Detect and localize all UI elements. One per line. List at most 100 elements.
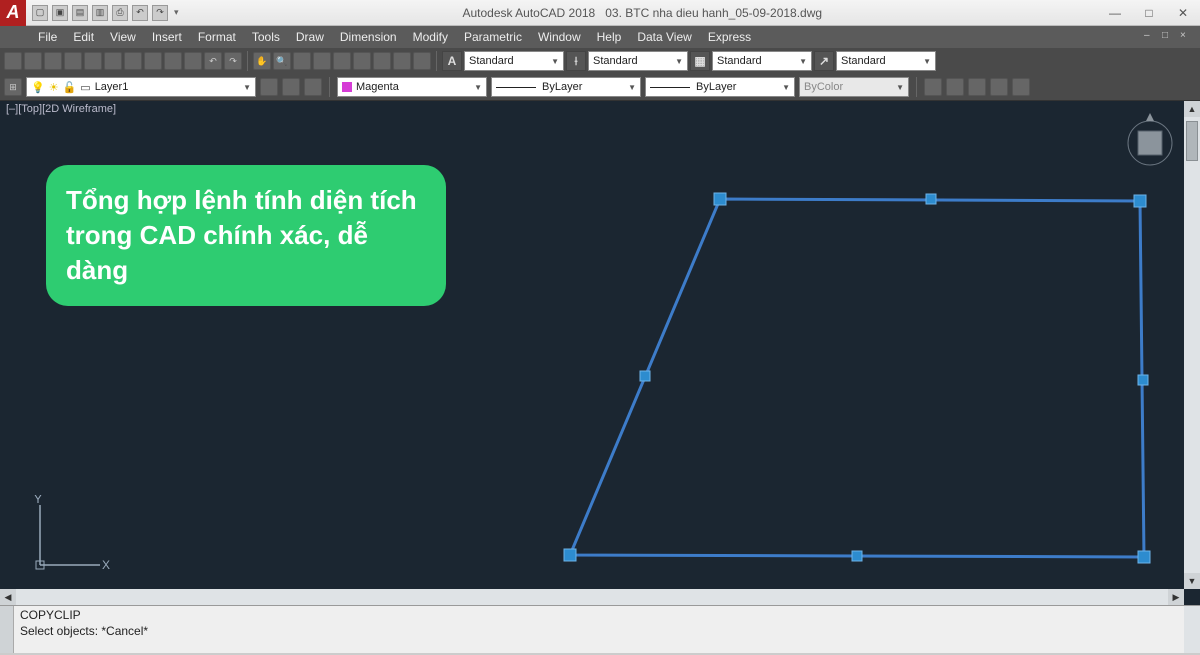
app-logo[interactable]: A xyxy=(0,0,26,26)
tool-region-icon[interactable] xyxy=(333,52,351,70)
menu-draw[interactable]: Draw xyxy=(288,26,332,48)
horizontal-scrollbar[interactable]: ◀ ▶ xyxy=(0,589,1184,605)
dim-style-icon[interactable]: ⟊ xyxy=(566,51,586,71)
viewcube[interactable] xyxy=(1124,111,1176,171)
tool-cut-icon[interactable] xyxy=(104,52,122,70)
scroll-left-icon[interactable]: ◀ xyxy=(0,589,16,605)
menu-view[interactable]: View xyxy=(102,26,144,48)
menu-dataview[interactable]: Data View xyxy=(629,26,699,48)
command-body[interactable]: COPYCLIP Select objects: *Cancel* xyxy=(14,606,1184,653)
plotstyle-dropdown[interactable]: ByColor ▼ xyxy=(799,77,909,97)
scroll-thumb[interactable] xyxy=(1186,121,1198,161)
minimize-button[interactable]: — xyxy=(1098,2,1132,24)
layer-bulb-icon: 💡 xyxy=(31,81,45,94)
tool-id-icon[interactable] xyxy=(393,52,411,70)
color-value: Magenta xyxy=(356,81,399,93)
tool-redo-icon[interactable]: ↷ xyxy=(224,52,242,70)
tool-area-icon[interactable] xyxy=(313,52,331,70)
mleaderstyle-dropdown[interactable]: Standard▼ xyxy=(836,51,936,71)
layer-prev-icon[interactable] xyxy=(282,78,300,96)
vertical-scrollbar[interactable]: ▲ ▼ xyxy=(1184,101,1200,589)
layer-dropdown[interactable]: 💡 ☀ 🔓 ▭ Layer1 ▼ xyxy=(26,77,256,97)
tool-zoom-icon[interactable]: 🔍 xyxy=(273,52,291,70)
tablestyle-dropdown[interactable]: Standard▼ xyxy=(712,51,812,71)
scroll-right-icon[interactable]: ▶ xyxy=(1168,589,1184,605)
tool-copy-icon[interactable] xyxy=(124,52,142,70)
qat-open-icon[interactable]: ▣ xyxy=(52,5,68,21)
doc-min-icon[interactable]: – xyxy=(1144,30,1158,44)
textstyle-dropdown-1[interactable]: Standard▼ xyxy=(464,51,564,71)
doc-close-icon[interactable]: × xyxy=(1180,30,1194,44)
tool-open-icon[interactable] xyxy=(24,52,42,70)
tool-pan-icon[interactable]: ✋ xyxy=(253,52,271,70)
doc-window-controls: – □ × xyxy=(1144,30,1200,44)
attr-block-icon[interactable] xyxy=(990,78,1008,96)
layer-iso-icon[interactable] xyxy=(304,78,322,96)
scroll-down-icon[interactable]: ▼ xyxy=(1184,573,1200,589)
color-dropdown[interactable]: Magenta ▼ xyxy=(337,77,487,97)
lineweight-dropdown[interactable]: ByLayer ▼ xyxy=(645,77,795,97)
chevron-down-icon: ▼ xyxy=(545,57,559,66)
close-button[interactable]: ✕ xyxy=(1166,2,1200,24)
tool-plot-icon[interactable] xyxy=(84,52,102,70)
command-handle[interactable] xyxy=(0,606,14,653)
tool-block-icon[interactable] xyxy=(184,52,202,70)
sync-block-icon[interactable] xyxy=(1012,78,1030,96)
menu-window[interactable]: Window xyxy=(530,26,589,48)
menu-edit[interactable]: Edit xyxy=(65,26,102,48)
layer-match-icon[interactable] xyxy=(260,78,278,96)
tool-print-icon[interactable] xyxy=(64,52,82,70)
menu-file[interactable]: File xyxy=(30,26,65,48)
tablestyle-value: Standard xyxy=(717,55,762,67)
selected-polyline[interactable] xyxy=(540,179,1180,579)
menu-modify[interactable]: Modify xyxy=(405,26,456,48)
overlay-line-2: trong CAD chính xác, dễ dàng xyxy=(66,218,426,288)
tool-dist-icon[interactable] xyxy=(293,52,311,70)
linetype-dropdown[interactable]: ByLayer ▼ xyxy=(491,77,641,97)
mleader-style-icon[interactable]: ↗ xyxy=(814,51,834,71)
title-bar: A ▢ ▣ ▤ ▥ ⎙ ↶ ↷ ▾ Autodesk AutoCAD 2018 … xyxy=(0,0,1200,26)
drawing-canvas[interactable]: [–][Top][2D Wireframe] Tổng hợp lệnh tín… xyxy=(0,101,1200,605)
insert-block-icon[interactable] xyxy=(924,78,942,96)
tool-calc-icon[interactable] xyxy=(413,52,431,70)
qat-overflow-icon[interactable]: ▾ xyxy=(172,7,181,18)
tool-match-icon[interactable] xyxy=(164,52,182,70)
doc-max-icon[interactable]: □ xyxy=(1162,30,1176,44)
command-history: COPYCLIP xyxy=(20,608,1178,624)
qat-redo-icon[interactable]: ↷ xyxy=(152,5,168,21)
scroll-up-icon[interactable]: ▲ xyxy=(1184,101,1200,117)
layer-props-icon[interactable]: ⊞ xyxy=(4,78,22,96)
menu-parametric[interactable]: Parametric xyxy=(456,26,530,48)
chevron-down-icon: ▼ xyxy=(669,57,683,66)
quick-access-toolbar: ▢ ▣ ▤ ▥ ⎙ ↶ ↷ ▾ xyxy=(26,5,187,21)
menu-help[interactable]: Help xyxy=(589,26,630,48)
tool-save-icon[interactable] xyxy=(44,52,62,70)
tool-new-icon[interactable] xyxy=(4,52,22,70)
viewport-label[interactable]: [–][Top][2D Wireframe] xyxy=(6,103,116,115)
menu-format[interactable]: Format xyxy=(190,26,244,48)
menu-insert[interactable]: Insert xyxy=(144,26,190,48)
qat-undo-icon[interactable]: ↶ xyxy=(132,5,148,21)
tool-list-icon[interactable] xyxy=(373,52,391,70)
edit-block-icon[interactable] xyxy=(968,78,986,96)
qat-save-icon[interactable]: ▤ xyxy=(72,5,88,21)
create-block-icon[interactable] xyxy=(946,78,964,96)
command-scrollbar[interactable] xyxy=(1184,606,1200,653)
maximize-button[interactable]: □ xyxy=(1132,2,1166,24)
tool-paste-icon[interactable] xyxy=(144,52,162,70)
chevron-down-icon: ▼ xyxy=(468,83,482,92)
tool-mass-icon[interactable] xyxy=(353,52,371,70)
qat-saveas-icon[interactable]: ▥ xyxy=(92,5,108,21)
table-style-icon[interactable]: ▦ xyxy=(690,51,710,71)
menu-express[interactable]: Express xyxy=(700,26,759,48)
menu-dimension[interactable]: Dimension xyxy=(332,26,405,48)
dimstyle-dropdown[interactable]: Standard▼ xyxy=(588,51,688,71)
qat-new-icon[interactable]: ▢ xyxy=(32,5,48,21)
tool-undo-icon[interactable]: ↶ xyxy=(204,52,222,70)
command-line[interactable]: COPYCLIP Select objects: *Cancel* xyxy=(0,605,1200,653)
separator xyxy=(916,77,917,97)
separator xyxy=(436,51,437,71)
qat-print-icon[interactable]: ⎙ xyxy=(112,5,128,21)
menu-tools[interactable]: Tools xyxy=(244,26,288,48)
annotate-text-icon[interactable]: A xyxy=(442,51,462,71)
